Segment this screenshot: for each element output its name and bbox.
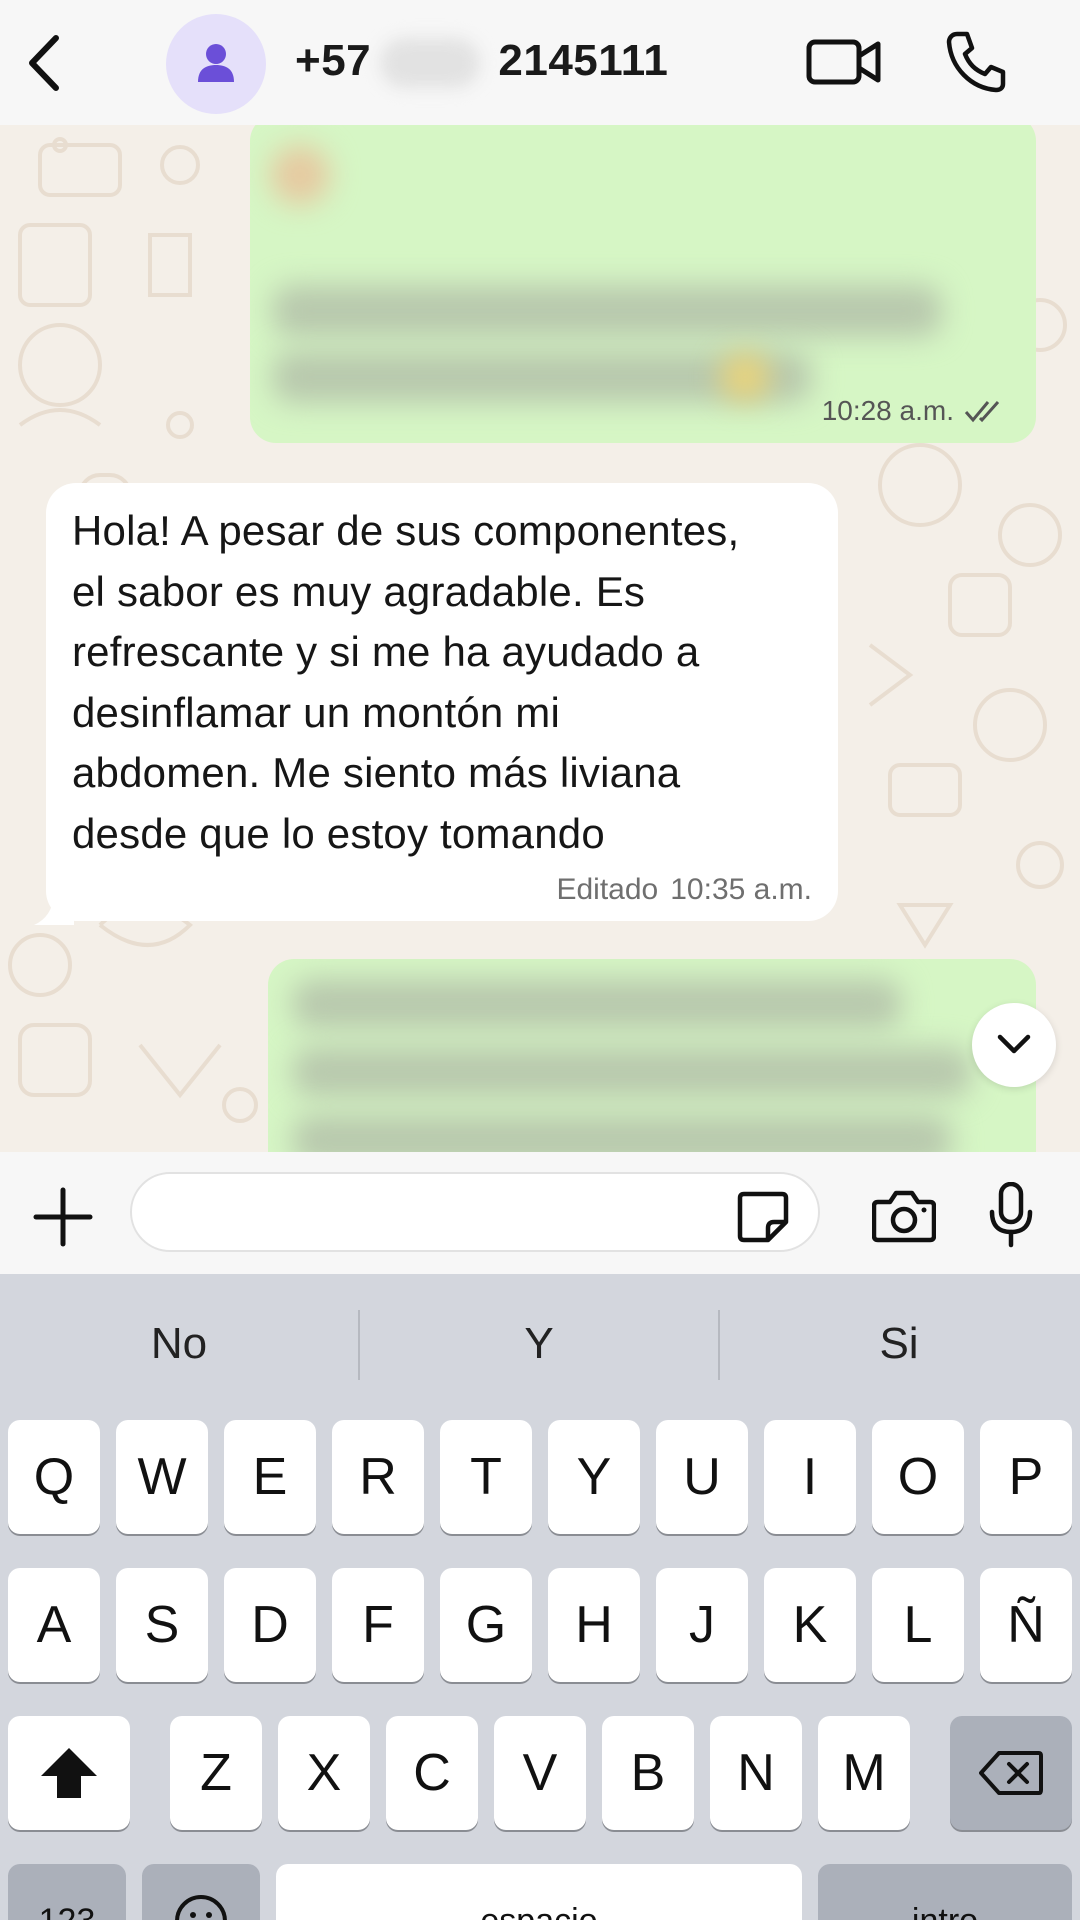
incoming-message[interactable]: Hola! A pesar de sus componentes, el sab… bbox=[46, 483, 838, 921]
key[interactable]: I bbox=[764, 1420, 856, 1534]
sticker-icon bbox=[737, 1191, 789, 1243]
key[interactable]: F bbox=[332, 1568, 424, 1682]
key[interactable]: Ñ bbox=[980, 1568, 1072, 1682]
outgoing-message-2[interactable] bbox=[268, 959, 1036, 1152]
space-key[interactable]: espacio bbox=[276, 1864, 802, 1920]
video-call-button[interactable] bbox=[806, 36, 882, 88]
return-key[interactable]: intro bbox=[818, 1864, 1072, 1920]
message-line: el sabor es muy agradable. Es bbox=[72, 567, 646, 615]
message-line: refrescante y si me ha ayudado a bbox=[72, 628, 700, 675]
camera-icon bbox=[871, 1190, 937, 1243]
chat-header: +57 2145111 bbox=[0, 0, 1080, 125]
message-input[interactable] bbox=[130, 1172, 820, 1252]
key[interactable]: E bbox=[224, 1420, 316, 1534]
suggestion-2[interactable]: Y bbox=[360, 1274, 718, 1414]
key[interactable]: R bbox=[332, 1420, 424, 1534]
message-timestamp: 10:28 a.m. bbox=[822, 395, 1006, 427]
message-meta: Editado 10:35 a.m. bbox=[556, 873, 812, 907]
keyboard: No Y Si Q W E R T Y U I O P A S D F G H … bbox=[0, 1274, 1080, 1920]
key[interactable]: D bbox=[224, 1568, 316, 1682]
scroll-to-bottom-button[interactable] bbox=[972, 1003, 1056, 1087]
shift-icon bbox=[41, 1748, 97, 1798]
key[interactable]: A bbox=[8, 1568, 100, 1682]
back-button[interactable] bbox=[18, 28, 78, 98]
chevron-down-icon bbox=[997, 1034, 1031, 1054]
shift-key[interactable] bbox=[8, 1716, 130, 1830]
redacted-emoji-blur bbox=[720, 353, 770, 401]
message-line: desinflamar un montón mi bbox=[72, 688, 561, 736]
chevron-left-icon bbox=[29, 35, 59, 91]
key[interactable]: N bbox=[710, 1716, 802, 1830]
suggestion-3[interactable]: Si bbox=[720, 1274, 1078, 1414]
redacted-content-blur bbox=[272, 285, 942, 337]
message-input-bar bbox=[0, 1152, 1080, 1274]
key[interactable]: T bbox=[440, 1420, 532, 1534]
key[interactable]: H bbox=[548, 1568, 640, 1682]
key[interactable]: Y bbox=[548, 1420, 640, 1534]
redacted-content-blur bbox=[270, 145, 330, 205]
numbers-key[interactable]: 123 bbox=[8, 1864, 126, 1920]
key[interactable]: O bbox=[872, 1420, 964, 1534]
key[interactable]: X bbox=[278, 1716, 370, 1830]
time-label: 10:28 a.m. bbox=[821, 395, 954, 426]
microphone-button[interactable] bbox=[988, 1181, 1034, 1248]
voice-call-button[interactable] bbox=[945, 30, 1007, 94]
backspace-icon bbox=[979, 1751, 1043, 1795]
key[interactable]: G bbox=[440, 1568, 532, 1682]
sticker-button[interactable] bbox=[736, 1190, 790, 1244]
message-line: Hola! A pesar de sus componentes, bbox=[72, 507, 740, 554]
redacted-content-blur bbox=[292, 1047, 972, 1097]
message-line: desde que lo estoy tomando bbox=[72, 809, 605, 857]
camera-button[interactable] bbox=[871, 1188, 937, 1244]
attach-button[interactable] bbox=[32, 1186, 94, 1248]
message-line: abdomen. Me siento más liviana bbox=[72, 749, 681, 796]
video-camera-icon bbox=[806, 39, 881, 85]
message-text: Hola! A pesar de sus componentes, el sab… bbox=[72, 501, 812, 864]
microphone-icon bbox=[989, 1181, 1033, 1248]
plus-icon bbox=[33, 1187, 93, 1247]
redacted-content-blur bbox=[292, 979, 902, 1029]
outgoing-message-1[interactable]: 10:28 a.m. bbox=[250, 125, 1036, 443]
key[interactable]: S bbox=[116, 1568, 208, 1682]
key[interactable]: Z bbox=[170, 1716, 262, 1830]
key[interactable]: B bbox=[602, 1716, 694, 1830]
person-icon bbox=[198, 44, 234, 82]
emoji-key[interactable] bbox=[142, 1864, 260, 1920]
key[interactable]: W bbox=[116, 1420, 208, 1534]
phone-icon bbox=[946, 31, 1006, 93]
key[interactable]: P bbox=[980, 1420, 1072, 1534]
redacted-content-blur bbox=[292, 1115, 952, 1152]
suggestion-1[interactable]: No bbox=[0, 1274, 358, 1414]
key[interactable]: C bbox=[386, 1716, 478, 1830]
contact-name[interactable]: +57 2145111 bbox=[295, 36, 668, 86]
double-check-icon bbox=[964, 401, 1000, 423]
key[interactable]: K bbox=[764, 1568, 856, 1682]
contact-avatar[interactable] bbox=[166, 14, 266, 114]
chat-area[interactable]: 10:28 a.m. Hola! A pesar de sus componen… bbox=[0, 125, 1080, 1152]
key[interactable]: L bbox=[872, 1568, 964, 1682]
time-label: 10:35 a.m. bbox=[670, 873, 812, 906]
key[interactable]: V bbox=[494, 1716, 586, 1830]
key[interactable]: M bbox=[818, 1716, 910, 1830]
key[interactable]: Q bbox=[8, 1420, 100, 1534]
edited-label: Editado bbox=[556, 873, 659, 906]
key[interactable]: U bbox=[656, 1420, 748, 1534]
key[interactable]: J bbox=[656, 1568, 748, 1682]
emoji-icon bbox=[175, 1895, 227, 1920]
redacted-number-blur bbox=[380, 38, 480, 88]
backspace-key[interactable] bbox=[950, 1716, 1072, 1830]
